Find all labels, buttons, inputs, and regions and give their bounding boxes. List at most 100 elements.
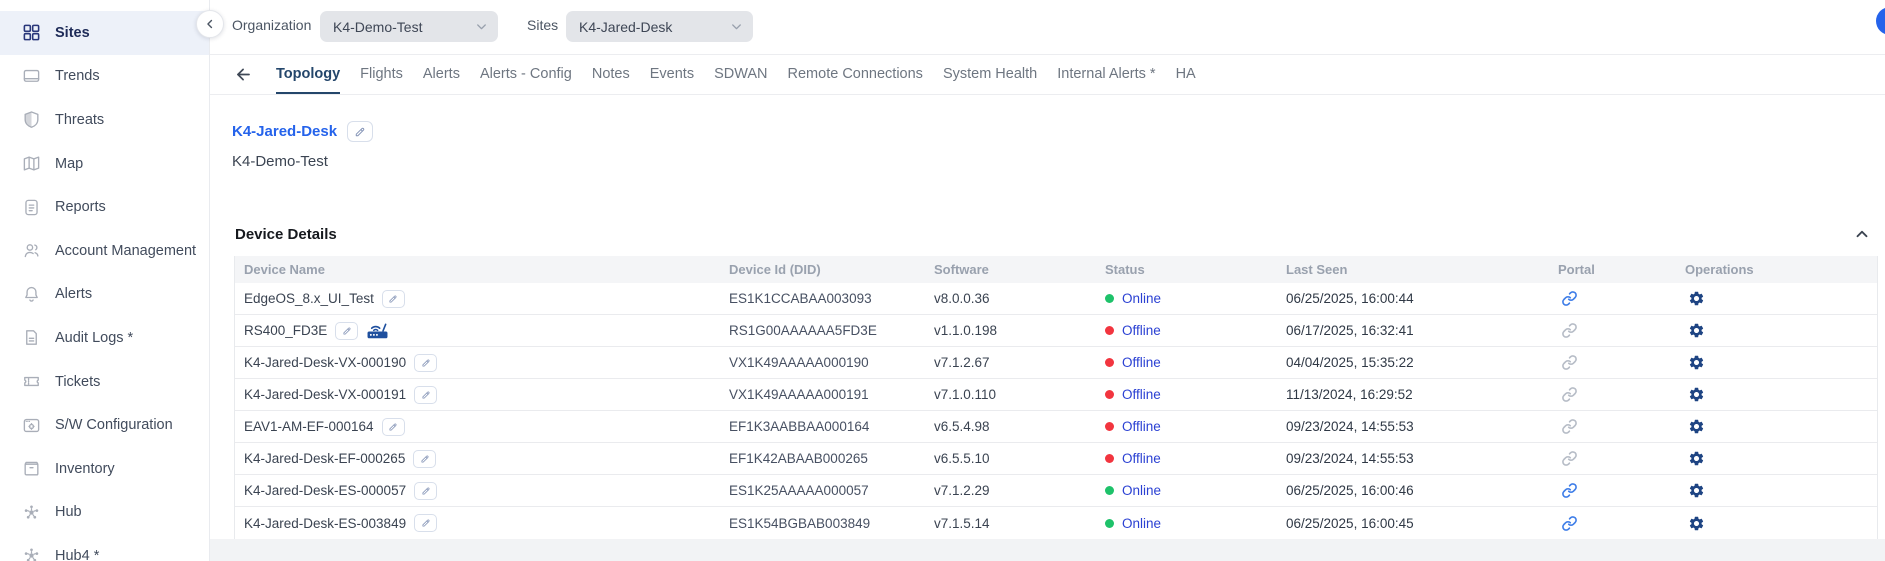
edit-device-name-button[interactable] xyxy=(414,482,437,500)
back-arrow-button[interactable] xyxy=(230,62,256,88)
organization-select[interactable]: K4-Demo-Test xyxy=(320,11,498,42)
operations-gear-icon[interactable] xyxy=(1688,515,1705,532)
sidebar-item-inventory[interactable]: Inventory xyxy=(0,447,209,491)
status-link[interactable]: Online xyxy=(1122,516,1161,531)
edit-device-name-button[interactable] xyxy=(335,322,358,340)
device-id: VX1K49AAAAA000190 xyxy=(720,355,925,370)
operations-gear-icon[interactable] xyxy=(1688,450,1705,467)
tab-bar: Topology Flights Alerts Alerts - Config Note… xyxy=(210,55,1885,95)
sidebar-item-threats[interactable]: Threats xyxy=(0,98,209,142)
sidebar-item-hub[interactable]: Hub xyxy=(0,491,209,535)
sidebar-item-map[interactable]: Map xyxy=(0,142,209,186)
status-dot xyxy=(1105,422,1114,431)
sidebar-item-tickets[interactable]: Tickets xyxy=(0,360,209,404)
sidebar-item-sw-configuration[interactable]: S/W Configuration xyxy=(0,403,209,447)
operations-gear-icon[interactable] xyxy=(1688,290,1705,307)
operations-gear-icon[interactable] xyxy=(1688,322,1705,339)
sidebar-item-hub4[interactable]: Hub4 * xyxy=(0,534,209,561)
tab-sdwan[interactable]: SDWAN xyxy=(714,55,767,94)
sidebar-item-sites[interactable]: Sites xyxy=(0,11,209,55)
portal-cell xyxy=(1549,386,1676,403)
software-version: v6.5.4.98 xyxy=(925,419,1096,434)
operations-cell xyxy=(1676,354,1877,371)
status-link[interactable]: Offline xyxy=(1122,419,1161,434)
device-name: K4-Jared-Desk-VX-000191 xyxy=(244,387,406,402)
portal-link-icon[interactable] xyxy=(1561,418,1578,435)
edit-device-name-button[interactable] xyxy=(382,418,405,436)
device-name: EdgeOS_8.x_UI_Test xyxy=(244,291,374,306)
software-version: v7.1.5.14 xyxy=(925,516,1096,531)
portal-link-icon[interactable] xyxy=(1561,322,1578,339)
tab-internal-alerts[interactable]: Internal Alerts * xyxy=(1057,55,1155,94)
operations-gear-icon[interactable] xyxy=(1688,482,1705,499)
portal-link-icon[interactable] xyxy=(1561,290,1578,307)
tab-alerts-config[interactable]: Alerts - Config xyxy=(480,55,572,94)
edit-device-name-button[interactable] xyxy=(413,450,436,468)
device-name: RS400_FD3E xyxy=(244,323,327,338)
tab-topology[interactable]: Topology xyxy=(276,55,340,94)
collapse-section-button[interactable] xyxy=(1853,225,1871,243)
tab-notes[interactable]: Notes xyxy=(592,55,630,94)
column-header: Portal xyxy=(1549,262,1676,277)
site-name-link[interactable]: K4-Jared-Desk xyxy=(232,123,337,140)
tab-system-health[interactable]: System Health xyxy=(943,55,1037,94)
edit-device-name-button[interactable] xyxy=(414,514,437,532)
edit-device-name-button[interactable] xyxy=(382,290,405,308)
edit-device-name-button[interactable] xyxy=(414,386,437,404)
edit-site-name-button[interactable] xyxy=(347,121,373,142)
status-link[interactable]: Online xyxy=(1122,483,1161,498)
portal-link-icon[interactable] xyxy=(1561,450,1578,467)
portal-link-icon[interactable] xyxy=(1561,482,1578,499)
operations-gear-icon[interactable] xyxy=(1688,386,1705,403)
device-details-title: Device Details xyxy=(235,226,337,243)
operations-gear-icon[interactable] xyxy=(1688,418,1705,435)
status-link[interactable]: Offline xyxy=(1122,355,1161,370)
column-header: Status xyxy=(1096,262,1277,277)
hub-icon xyxy=(22,503,41,522)
table-header-row: Device NameDevice Id (DID)SoftwareStatus… xyxy=(235,256,1877,283)
status-dot xyxy=(1105,390,1114,399)
status-link[interactable]: Offline xyxy=(1122,387,1161,402)
sidebar-item-audit-logs[interactable]: Audit Logs * xyxy=(0,316,209,360)
software-version: v7.1.0.110 xyxy=(925,387,1096,402)
status-cell: Online xyxy=(1096,291,1277,306)
status-link[interactable]: Online xyxy=(1122,291,1161,306)
pencil-icon xyxy=(388,294,398,304)
sidebar-item-reports[interactable]: Reports xyxy=(0,185,209,229)
edit-device-name-button[interactable] xyxy=(414,354,437,372)
operations-gear-icon[interactable] xyxy=(1688,354,1705,371)
sites-value: K4-Jared-Desk xyxy=(579,19,672,35)
table-row: K4-Jared-Desk-ES-000057ES1K25AAAAA000057… xyxy=(235,475,1877,507)
status-link[interactable]: Offline xyxy=(1122,323,1161,338)
sidebar-item-label: Hub4 * xyxy=(55,548,99,561)
tab-flights[interactable]: Flights xyxy=(360,55,403,94)
portal-link-icon[interactable] xyxy=(1561,515,1578,532)
portal-cell xyxy=(1549,450,1676,467)
sites-select[interactable]: K4-Jared-Desk xyxy=(566,11,753,42)
column-header: Last Seen xyxy=(1277,262,1549,277)
sidebar-item-alerts[interactable]: Alerts xyxy=(0,273,209,317)
device-name-cell: K4-Jared-Desk-VX-000190 xyxy=(235,354,720,372)
portal-link-icon[interactable] xyxy=(1561,354,1578,371)
tab-remote-connections[interactable]: Remote Connections xyxy=(788,55,923,94)
sidebar-collapse-button[interactable] xyxy=(196,10,224,38)
sidebar-item-label: Sites xyxy=(55,25,90,41)
software-version: v6.5.5.10 xyxy=(925,451,1096,466)
shield-icon xyxy=(22,110,41,129)
tab-alerts[interactable]: Alerts xyxy=(423,55,460,94)
tab-events[interactable]: Events xyxy=(650,55,694,94)
table-row: K4-Jared-Desk-VX-000190VX1K49AAAAA000190… xyxy=(235,347,1877,379)
monitor-icon xyxy=(22,67,41,86)
status-link[interactable]: Offline xyxy=(1122,451,1161,466)
device-id: ES1K25AAAAA000057 xyxy=(720,483,925,498)
user-icon xyxy=(22,241,41,260)
organization-label: Organization xyxy=(232,17,311,33)
sidebar-item-trends[interactable]: Trends xyxy=(0,55,209,99)
sidebar-item-label: Hub xyxy=(55,504,82,520)
portal-link-icon[interactable] xyxy=(1561,386,1578,403)
software-version: v7.1.2.67 xyxy=(925,355,1096,370)
tab-ha[interactable]: HA xyxy=(1176,55,1196,94)
device-name-cell: EAV1-AM-EF-000164 xyxy=(235,418,720,436)
sites-label: Sites xyxy=(527,17,558,33)
sidebar-item-account-management[interactable]: Account Management xyxy=(0,229,209,273)
